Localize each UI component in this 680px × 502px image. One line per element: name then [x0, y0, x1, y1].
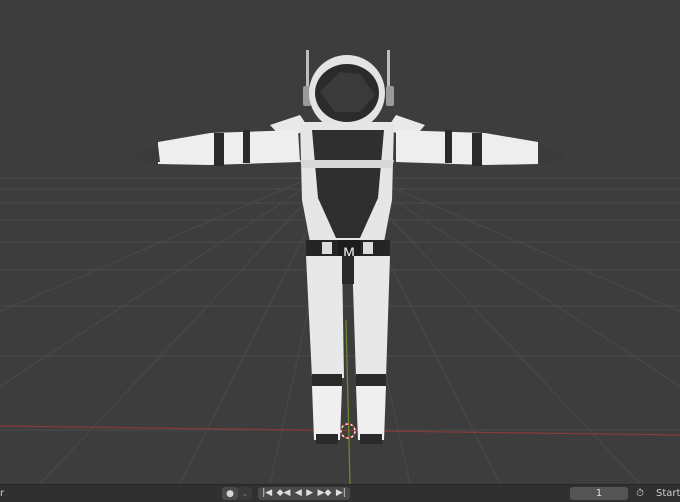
use-preview-range-button[interactable]: ⏱: [632, 487, 648, 500]
play-reverse-icon[interactable]: ◀: [295, 487, 302, 500]
timeline-menu-label[interactable]: r: [0, 487, 4, 500]
chevron-down-icon: ⌄: [241, 488, 249, 499]
play-icon[interactable]: ▶: [306, 487, 313, 500]
viewport-grid-and-model: M: [0, 50, 680, 484]
current-frame-field[interactable]: 1: [570, 487, 628, 500]
jump-to-next-keyframe-icon[interactable]: ▶◆: [318, 487, 332, 500]
record-dot-icon: ●: [226, 488, 234, 499]
stopwatch-icon: ⏱: [636, 488, 644, 499]
auto-keying-button[interactable]: ●: [222, 487, 238, 500]
y-axis-line: [345, 319, 351, 484]
astronaut-model[interactable]: M: [132, 50, 566, 444]
start-frame-label: Start: [656, 488, 680, 499]
playback-controls: |◀ ◆◀ ◀ ▶ ▶◆ ▶|: [258, 487, 350, 500]
keying-dropdown-button[interactable]: ⌄: [238, 487, 252, 500]
timeline-bar: r ● ⌄ |◀ ◆◀ ◀ ▶ ▶◆ ▶| 1 ⏱ Start: [0, 484, 680, 502]
3d-viewport[interactable]: M: [0, 0, 680, 484]
jump-to-end-icon[interactable]: ▶|: [336, 487, 346, 500]
jump-to-start-icon[interactable]: |◀: [262, 487, 272, 500]
jump-to-prev-keyframe-icon[interactable]: ◆◀: [277, 487, 291, 500]
